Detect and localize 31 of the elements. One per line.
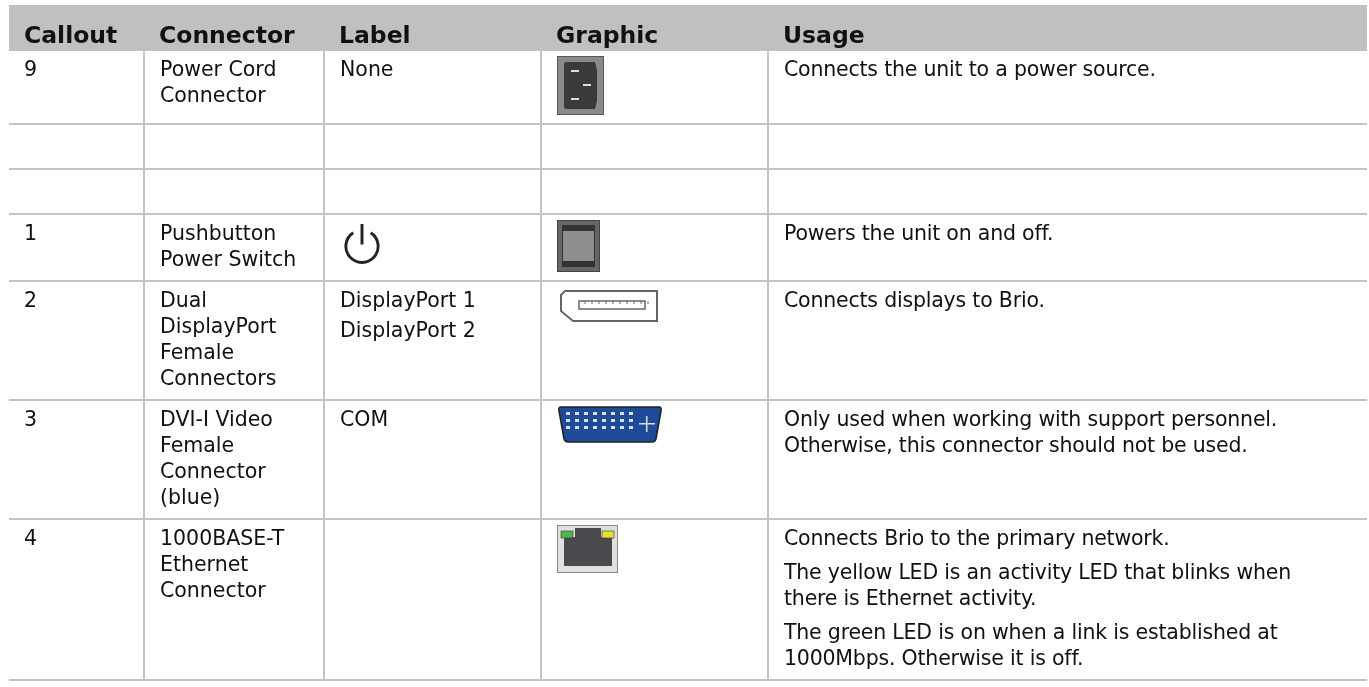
column-header: Connector [144,5,324,51]
connector-name: Power Cord Connector [160,56,278,108]
usage-text: The green LED is on when a link is established at 1000Mbps. Otherwise it is off. [784,619,1279,671]
connector-name: DVI-I Video Female Connector (blue) [160,406,274,510]
connector-name: Dual DisplayPort Female Connectors [160,287,278,391]
usage-text: Connects Brio to the primary network. [784,525,1171,551]
column-header: Graphic [541,5,768,51]
callout-number: 2 [24,288,38,312]
usage-text: Only used when working with support personnel. Otherwise, this connector should not be used. [784,406,1279,458]
connector-name: 1000BASE-T Ethernet Connector [160,525,286,603]
column-header: Label [324,5,541,51]
rocker-switch-icon [557,220,600,272]
usage-text: Connects displays to Brio. [784,287,1046,313]
column-header: Callout [9,5,144,51]
port-label: DisplayPort 1 [340,287,477,313]
dvi-port-icon [557,406,663,443]
port-label: COM [340,406,390,432]
ethernet-port-icon [557,525,618,573]
usage-text: Powers the unit on and off. [784,220,1055,246]
connector-name: Pushbutton Power Switch [160,220,298,272]
callout-number: 1 [24,221,38,245]
port-label: DisplayPort 2 [340,317,477,343]
power-inlet-icon [557,56,604,115]
usage-text: The yellow LED is an activity LED that blinks when there is Ethernet activity. [784,559,1292,611]
usage-text: Connects the unit to a power source. [784,56,1157,82]
column-header: Usage [768,5,1367,51]
callout-number: 9 [24,57,38,81]
callout-number: 4 [24,526,38,550]
callout-number: 3 [24,407,38,431]
port-label: None [340,56,395,82]
displayport-icon [557,287,661,325]
